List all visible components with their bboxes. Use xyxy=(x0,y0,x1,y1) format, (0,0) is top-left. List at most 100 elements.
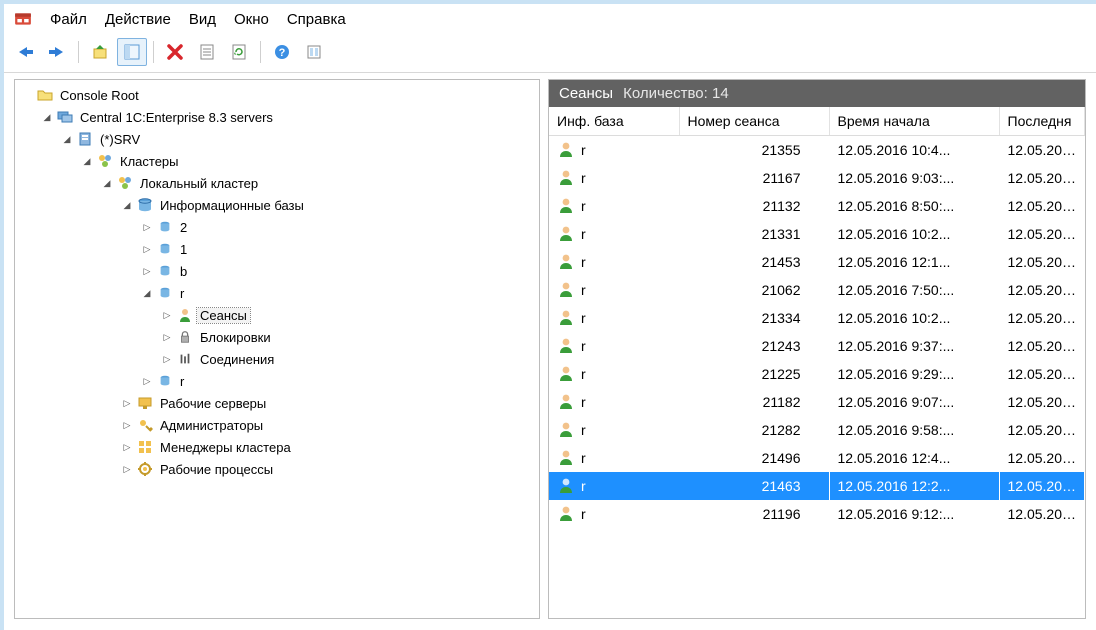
table-row[interactable]: r2135512.05.2016 10:4...12.05.2016 xyxy=(549,136,1085,165)
up-button[interactable] xyxy=(85,38,115,66)
expander-icon[interactable] xyxy=(21,89,33,101)
tree-sessions[interactable]: ▷Сеансы xyxy=(161,304,539,326)
database-icon xyxy=(157,263,173,279)
tree-connections[interactable]: ▷Соединения xyxy=(161,348,539,370)
table-row[interactable]: r2133412.05.2016 10:2...12.05.2016 xyxy=(549,304,1085,332)
table-row[interactable]: r2118212.05.2016 9:07:...12.05.2016 xyxy=(549,388,1085,416)
nav-forward-button[interactable] xyxy=(42,38,72,66)
tree-local-cluster[interactable]: ◢ Локальный кластер xyxy=(101,172,539,194)
column-infobase[interactable]: Инф. база xyxy=(549,107,679,136)
tree-infobase-item[interactable]: ▷r xyxy=(141,370,539,392)
cell-start-time: 12.05.2016 10:2... xyxy=(829,304,999,332)
menu-file[interactable]: Файл xyxy=(50,11,87,28)
cell-infobase: r xyxy=(549,220,679,248)
expander-icon[interactable]: ▷ xyxy=(161,353,173,365)
expander-icon[interactable]: ▷ xyxy=(141,375,153,387)
tree-admins[interactable]: ▷Администраторы xyxy=(121,414,539,436)
database-icon xyxy=(157,285,173,301)
cell-session-no: 21496 xyxy=(679,444,829,472)
table-row[interactable]: r2133112.05.2016 10:2...12.05.2016 xyxy=(549,220,1085,248)
cell-infobase: r xyxy=(549,276,679,304)
expander-icon[interactable]: ▷ xyxy=(121,441,133,453)
expander-icon[interactable]: ▷ xyxy=(121,419,133,431)
cell-infobase: r xyxy=(549,248,679,276)
tree-label: r xyxy=(177,374,187,389)
sessions-grid[interactable]: Инф. база Номер сеанса Время начала Посл… xyxy=(549,107,1085,618)
tree-label: 2 xyxy=(177,220,190,235)
list-header: Сеансы Количество: 14 xyxy=(549,80,1085,107)
table-row[interactable]: r2128212.05.2016 9:58:...12.05.2016 xyxy=(549,416,1085,444)
nav-back-button[interactable] xyxy=(10,38,40,66)
folder-icon xyxy=(37,87,53,103)
tree-infobase-item[interactable]: ▷2 xyxy=(141,216,539,238)
expander-icon[interactable]: ◢ xyxy=(41,111,53,123)
lock-icon xyxy=(177,329,193,345)
menu-help[interactable]: Справка xyxy=(287,11,346,28)
menu-view[interactable]: Вид xyxy=(189,11,216,28)
menu-action[interactable]: Действие xyxy=(105,11,171,28)
tree-infobase-item[interactable]: ◢r xyxy=(141,282,539,304)
table-row[interactable]: r2146312.05.2016 12:2...12.05.2016 xyxy=(549,472,1085,500)
table-row[interactable]: r2113212.05.2016 8:50:...12.05.2016 xyxy=(549,192,1085,220)
app-window: Файл Действие Вид Окно Справка ? xyxy=(0,0,1096,630)
cell-infobase: r xyxy=(549,164,679,192)
table-row[interactable]: r2149612.05.2016 12:4...12.05.2016 xyxy=(549,444,1085,472)
expander-icon[interactable]: ◢ xyxy=(141,287,153,299)
cell-last: 12.05.2016 xyxy=(999,136,1085,165)
cell-infobase: r xyxy=(549,388,679,416)
expander-icon[interactable]: ◢ xyxy=(101,177,113,189)
cell-last: 12.05.2016 xyxy=(999,416,1085,444)
table-row[interactable]: r2124312.05.2016 9:37:...12.05.2016 xyxy=(549,332,1085,360)
cell-session-no: 21243 xyxy=(679,332,829,360)
expander-icon[interactable]: ▷ xyxy=(161,309,173,321)
cell-session-no: 21331 xyxy=(679,220,829,248)
expander-icon[interactable]: ▷ xyxy=(121,397,133,409)
show-tree-button[interactable] xyxy=(117,38,147,66)
table-row[interactable]: r2145312.05.2016 12:1...12.05.2016 xyxy=(549,248,1085,276)
tree-work-servers[interactable]: ▷Рабочие серверы xyxy=(121,392,539,414)
expander-icon[interactable]: ▷ xyxy=(121,463,133,475)
help-button[interactable]: ? xyxy=(267,38,297,66)
table-row[interactable]: r2106212.05.2016 7:50:...12.05.2016 xyxy=(549,276,1085,304)
tree-infobase-item[interactable]: ▷b xyxy=(141,260,539,282)
user-icon xyxy=(557,392,575,413)
cell-start-time: 12.05.2016 10:4... xyxy=(829,136,999,165)
expander-icon[interactable]: ▷ xyxy=(141,243,153,255)
tree-locks[interactable]: ▷Блокировки xyxy=(161,326,539,348)
cell-session-no: 21334 xyxy=(679,304,829,332)
tree-console-root[interactable]: Console Root xyxy=(21,84,539,106)
delete-button[interactable] xyxy=(160,38,190,66)
expander-icon[interactable]: ▷ xyxy=(161,331,173,343)
table-row[interactable]: r2122512.05.2016 9:29:...12.05.2016 xyxy=(549,360,1085,388)
tree-pane[interactable]: Console Root ◢ Central 1C:Enterprise 8.3… xyxy=(14,79,540,619)
tree-infobases[interactable]: ◢ Информационные базы xyxy=(121,194,539,216)
cell-session-no: 21132 xyxy=(679,192,829,220)
refresh-button[interactable] xyxy=(224,38,254,66)
tree-label: Central 1C:Enterprise 8.3 servers xyxy=(77,110,276,125)
expander-icon[interactable]: ◢ xyxy=(81,155,93,167)
expander-icon[interactable]: ◢ xyxy=(61,133,73,145)
tree-cluster-managers[interactable]: ▷Менеджеры кластера xyxy=(121,436,539,458)
expander-icon[interactable]: ◢ xyxy=(121,199,133,211)
tree-work-processes[interactable]: ▷Рабочие процессы xyxy=(121,458,539,480)
column-last[interactable]: Последня xyxy=(999,107,1085,136)
tree-infobase-item[interactable]: ▷1 xyxy=(141,238,539,260)
menu-window[interactable]: Окно xyxy=(234,11,269,28)
table-row[interactable]: r2116712.05.2016 9:03:...12.05.2016 xyxy=(549,164,1085,192)
tree-server[interactable]: ◢ (*)SRV xyxy=(61,128,539,150)
cell-infobase: r xyxy=(549,332,679,360)
export-button[interactable] xyxy=(299,38,329,66)
cluster-icon xyxy=(117,175,133,191)
column-start-time[interactable]: Время начала xyxy=(829,107,999,136)
cell-infobase: r xyxy=(549,192,679,220)
table-row[interactable]: r2119612.05.2016 9:12:...12.05.2016 xyxy=(549,500,1085,528)
expander-icon[interactable]: ▷ xyxy=(141,265,153,277)
tree-central-servers[interactable]: ◢ Central 1C:Enterprise 8.3 servers xyxy=(41,106,539,128)
tree-clusters[interactable]: ◢ Кластеры xyxy=(81,150,539,172)
column-session-no[interactable]: Номер сеанса xyxy=(679,107,829,136)
cell-infobase: r xyxy=(549,444,679,472)
cell-start-time: 12.05.2016 10:2... xyxy=(829,220,999,248)
cell-last: 12.05.2016 xyxy=(999,444,1085,472)
expander-icon[interactable]: ▷ xyxy=(141,221,153,233)
properties-button[interactable] xyxy=(192,38,222,66)
